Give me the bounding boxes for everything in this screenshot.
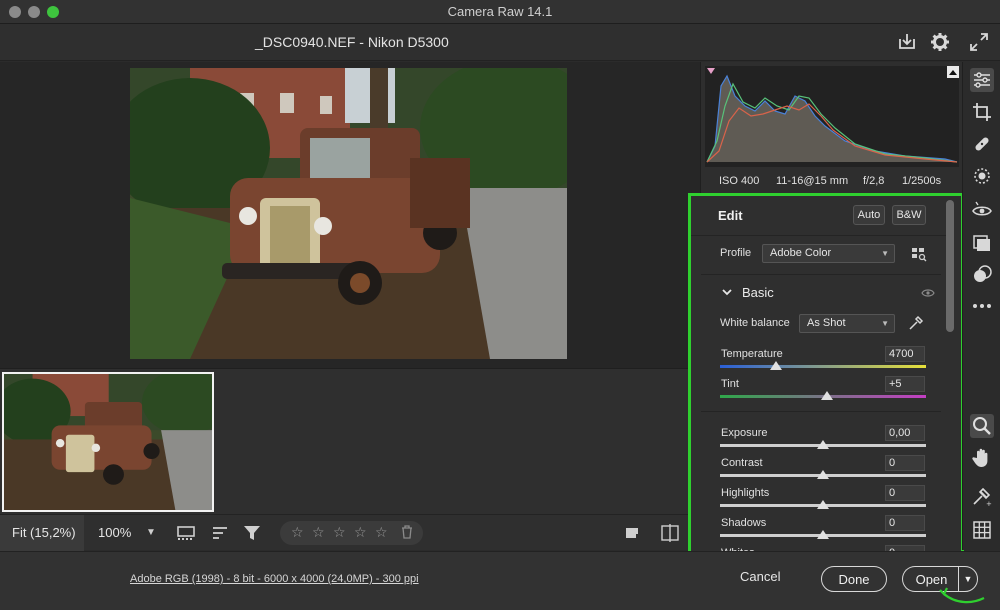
highlights-label: Highlights [721, 487, 770, 499]
rating-star-4[interactable]: ☆ [354, 524, 367, 541]
contrast-value[interactable]: 0 [885, 455, 925, 471]
highlights-slider-handle[interactable] [817, 500, 829, 509]
exposure-label: Exposure [721, 427, 768, 439]
auto-button[interactable]: Auto [853, 205, 885, 225]
chevron-down-icon[interactable] [720, 285, 734, 299]
zoom-percent-button[interactable]: 100% [98, 515, 131, 551]
filmstrip [0, 368, 700, 514]
masking-icon[interactable] [970, 164, 994, 188]
scrollbar-thumb[interactable] [946, 200, 954, 332]
image-canvas[interactable] [0, 62, 700, 368]
white-balance-value: As Shot [807, 317, 846, 329]
save-image-icon[interactable] [896, 31, 918, 53]
tool-strip: + [962, 62, 1000, 550]
filmstrip-thumbnail[interactable] [2, 372, 214, 512]
contrast-label: Contrast [721, 457, 763, 469]
contrast-slider-handle[interactable] [817, 470, 829, 479]
presets-icon[interactable] [970, 230, 994, 254]
exif-info: ISO 400 11-16@15 mm f/2,8 1/2500s [701, 170, 963, 192]
shadows-label: Shadows [721, 517, 767, 529]
temperature-value[interactable]: 4700 [885, 346, 925, 362]
chevron-down-icon: ▼ [881, 319, 889, 328]
divider [701, 274, 941, 275]
before-after-icon[interactable] [622, 523, 642, 543]
compare-view-icon[interactable] [660, 523, 680, 543]
zoom-chevron-down-icon[interactable]: ▼ [146, 515, 156, 551]
fullscreen-icon[interactable] [968, 31, 990, 53]
status-bar: Adobe RGB (1998) - 8 bit - 6000 x 4000 (… [0, 551, 1000, 610]
profile-browser-icon[interactable] [910, 245, 928, 263]
tint-value[interactable]: +5 [885, 376, 925, 392]
edit-panel-scrollbar[interactable] [946, 200, 956, 550]
more-options-icon[interactable] [970, 294, 994, 318]
tint-label: Tint [721, 378, 739, 390]
white-balance-label: White balance [720, 317, 790, 329]
rating-star-3[interactable]: ☆ [333, 524, 346, 541]
grid-overlay-icon[interactable] [970, 518, 994, 542]
basic-section-title[interactable]: Basic [742, 285, 774, 300]
profile-select-value: Adobe Color [770, 247, 832, 259]
trash-icon[interactable] [401, 525, 413, 542]
lens-value: 11-16@15 mm [776, 175, 849, 187]
svg-text:+: + [986, 500, 992, 508]
window-title: Camera Raw 14.1 [447, 4, 553, 19]
chevron-down-icon: ▼ [881, 249, 889, 258]
exposure-value[interactable]: 0,00 [885, 425, 925, 441]
red-eye-icon[interactable] [970, 198, 994, 222]
black-white-button[interactable]: B&W [892, 205, 926, 225]
zoom-fit-button[interactable]: Fit (15,2%) [0, 515, 84, 551]
white-balance-select[interactable]: As Shot ▼ [799, 314, 895, 333]
cancel-button[interactable]: Cancel [740, 569, 780, 584]
filter-icon[interactable] [242, 523, 262, 543]
shutter-value: 1/2500s [902, 175, 942, 187]
temperature-track[interactable] [720, 365, 926, 368]
exposure-slider-handle[interactable] [817, 440, 829, 449]
file-name-label: _DSC0940.NEF - Nikon D5300 [255, 34, 449, 50]
highlights-value[interactable]: 0 [885, 485, 925, 501]
healing-bandage-icon[interactable] [970, 132, 994, 156]
profile-select[interactable]: Adobe Color ▼ [762, 244, 895, 263]
rating-star-2[interactable]: ☆ [312, 524, 325, 541]
filmstrip-options-icon[interactable] [176, 523, 196, 543]
zoom-tool-icon[interactable] [970, 414, 994, 438]
workflow-options-link[interactable]: Adobe RGB (1998) - 8 bit - 6000 x 4000 (… [130, 573, 419, 585]
iso-value: ISO 400 [719, 175, 760, 187]
snapshots-icon[interactable] [970, 262, 994, 286]
gear-icon[interactable] [929, 31, 951, 53]
rating-star-5[interactable]: ☆ [375, 524, 388, 541]
eyedropper-icon[interactable] [907, 314, 925, 332]
crop-icon[interactable] [970, 100, 994, 124]
edit-sliders-icon[interactable] [970, 68, 994, 92]
shadows-value[interactable]: 0 [885, 515, 925, 531]
title-bar: Camera Raw 14.1 [0, 0, 1000, 24]
aperture-value: f/2,8 [863, 175, 885, 187]
sort-icon[interactable] [210, 523, 230, 543]
hand-tool-icon[interactable] [970, 446, 994, 470]
rating-stars: ☆ ☆ ☆ ☆ ☆ [280, 521, 423, 545]
eye-icon[interactable] [921, 286, 935, 298]
profile-label: Profile [720, 247, 752, 259]
main-photo-preview[interactable] [130, 68, 567, 359]
done-button[interactable]: Done [821, 566, 887, 592]
header-bar: _DSC0940.NEF - Nikon D5300 [0, 24, 1000, 61]
edit-title: Edit [718, 208, 743, 223]
edit-panel: Edit Auto B&W Profile Adobe Color ▼ Basi… [688, 193, 964, 557]
temperature-label: Temperature [721, 348, 783, 360]
image-toolbar: Fit (15,2%) 100% ▼ ☆ ☆ ☆ ☆ ☆ [0, 514, 700, 551]
shadows-slider-handle[interactable] [817, 530, 829, 539]
color-sampler-icon[interactable]: + [970, 484, 994, 508]
histogram [705, 66, 959, 167]
rating-star-1[interactable]: ☆ [291, 524, 304, 541]
annotation-arrow-icon [936, 586, 988, 606]
divider [701, 411, 941, 412]
edit-header: Edit Auto B&W [691, 196, 951, 236]
tint-slider-handle[interactable] [821, 391, 834, 400]
temperature-slider-handle[interactable] [769, 361, 782, 370]
